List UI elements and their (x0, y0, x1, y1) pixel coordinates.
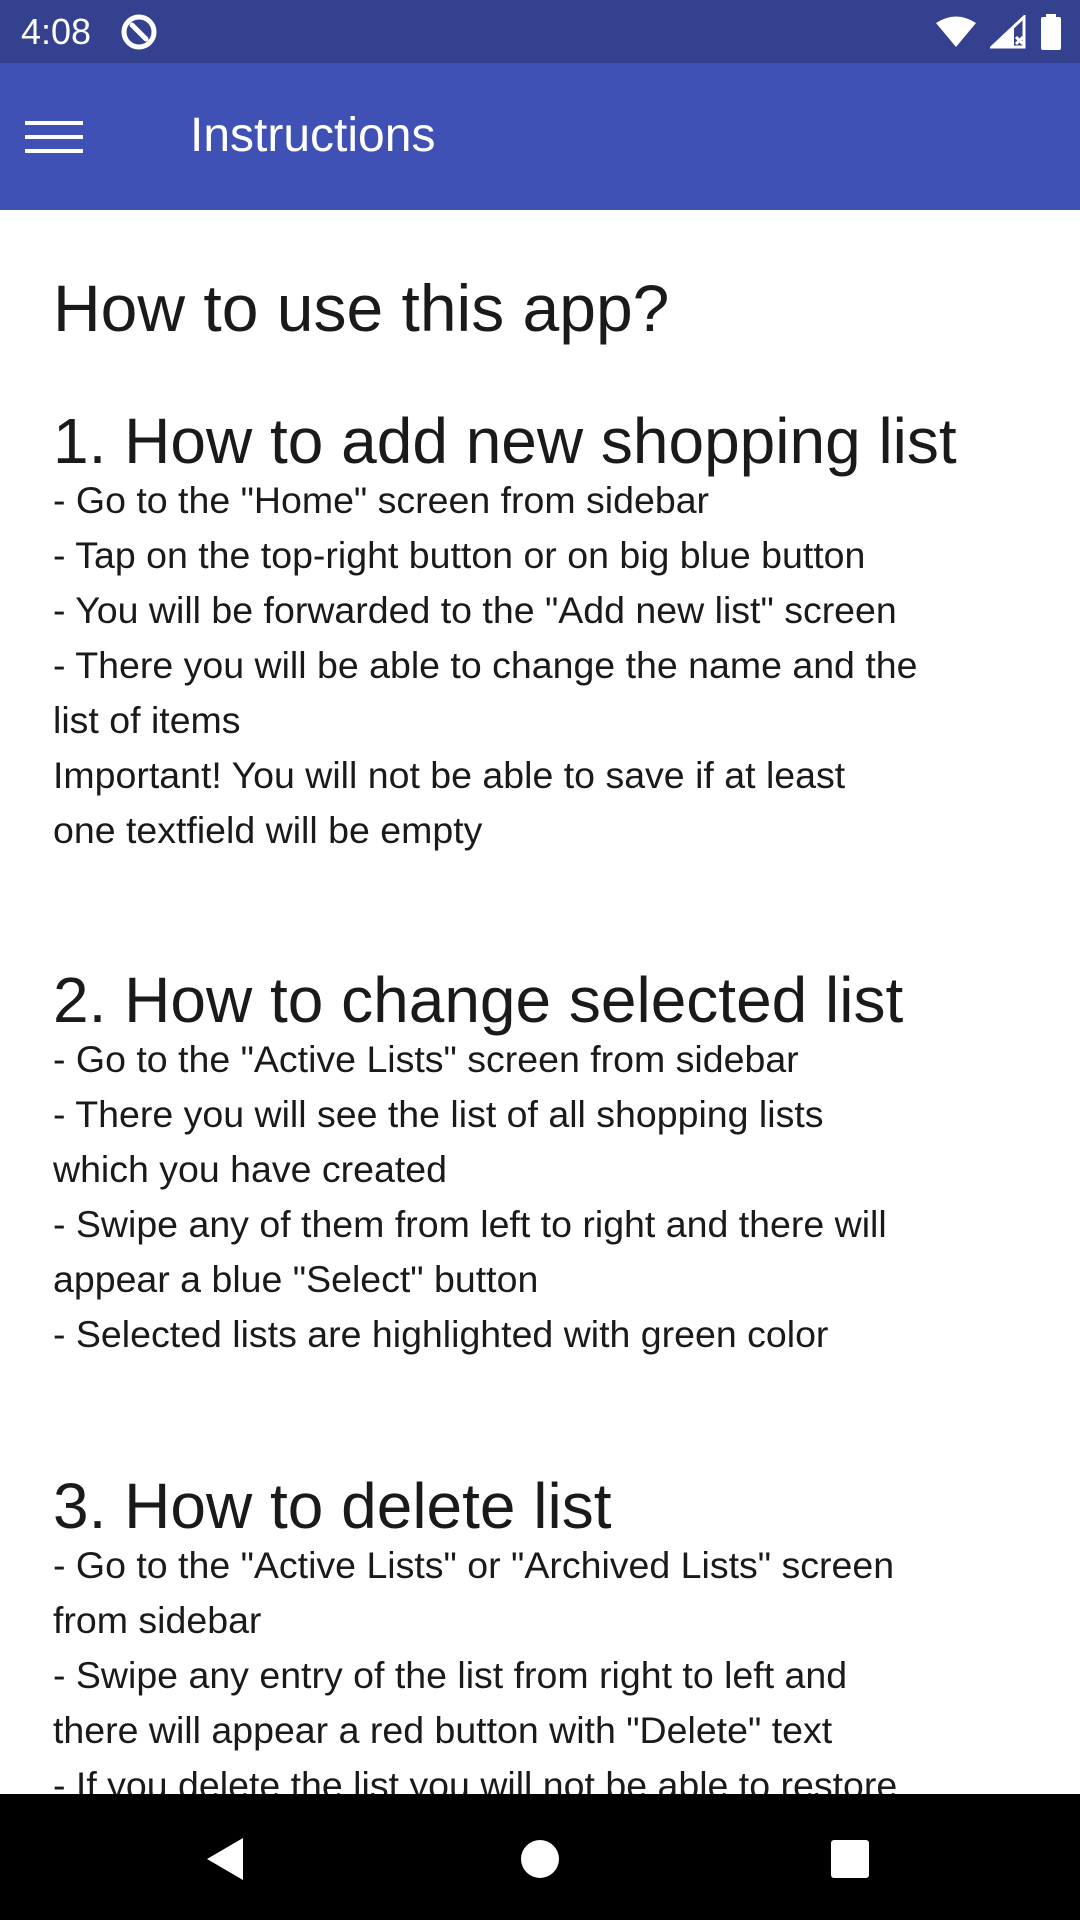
instruction-line: - Go to the "Active Lists" screen from s… (53, 1038, 799, 1080)
instruction-line: Important! You will not be able to save … (53, 754, 846, 796)
section-heading-change-selected: 2. How to change selected list (53, 964, 904, 1036)
screen: 4:08 Instructions How to use this app? 1… (0, 0, 1080, 1920)
instruction-line: - You will be forwarded to the "Add new … (53, 589, 897, 631)
signal-icon (990, 15, 1026, 49)
page-heading: How to use this app? (53, 271, 670, 345)
status-icons (936, 12, 1062, 52)
hamburger-menu-icon (25, 121, 83, 153)
instruction-line: - Tap on the top-right button or on big … (53, 534, 866, 576)
app-bar: Instructions (0, 63, 1080, 210)
section-body-change-selected: - Go to the "Active Lists" screen from s… (53, 1032, 1043, 1362)
section-heading-add-list: 1. How to add new shopping list (53, 405, 957, 477)
instruction-line: - Go to the "Active Lists" or "Archived … (53, 1544, 895, 1586)
instruction-line: - Selected lists are highlighted with gr… (53, 1313, 829, 1355)
battery-icon (1041, 14, 1061, 50)
section-heading-delete-list: 3. How to delete list (53, 1470, 612, 1542)
wifi-icon (936, 16, 976, 47)
status-time: 4:08 (21, 11, 92, 52)
instruction-line: - There you will be able to change the n… (53, 644, 918, 686)
menu-button[interactable] (14, 101, 94, 173)
back-button[interactable] (190, 1824, 260, 1894)
app-notification-icon (121, 14, 157, 50)
instruction-line: - If you delete the list you will not be… (53, 1764, 898, 1794)
instruction-line: appear a blue "Select" button (53, 1258, 539, 1300)
instruction-line: list of items (53, 699, 241, 741)
recents-button[interactable] (815, 1824, 885, 1894)
instruction-line: which you have created (53, 1148, 447, 1190)
instruction-line: - Swipe any of them from left to right a… (53, 1203, 887, 1245)
home-button[interactable] (505, 1824, 575, 1894)
section-body-add-list: - Go to the "Home" screen from sidebar -… (53, 473, 1043, 858)
back-icon (207, 1838, 243, 1880)
instruction-line: - Swipe any entry of the list from right… (53, 1654, 848, 1696)
instruction-line: - Go to the "Home" screen from sidebar (53, 479, 710, 521)
status-bar: 4:08 (0, 0, 1080, 63)
app-title: Instructions (190, 109, 436, 162)
instruction-line: - There you will see the list of all sho… (53, 1093, 824, 1135)
home-icon (521, 1840, 559, 1878)
instruction-line: one textfield will be empty (53, 809, 483, 851)
recents-icon (831, 1840, 869, 1878)
section-body-delete-list: - Go to the "Active Lists" or "Archived … (53, 1538, 1043, 1794)
instruction-line: there will appear a red button with "Del… (53, 1709, 833, 1751)
instructions-content[interactable]: How to use this app? 1. How to add new s… (0, 210, 1080, 1794)
instruction-line: from sidebar (53, 1599, 262, 1641)
navigation-bar (0, 1794, 1080, 1920)
